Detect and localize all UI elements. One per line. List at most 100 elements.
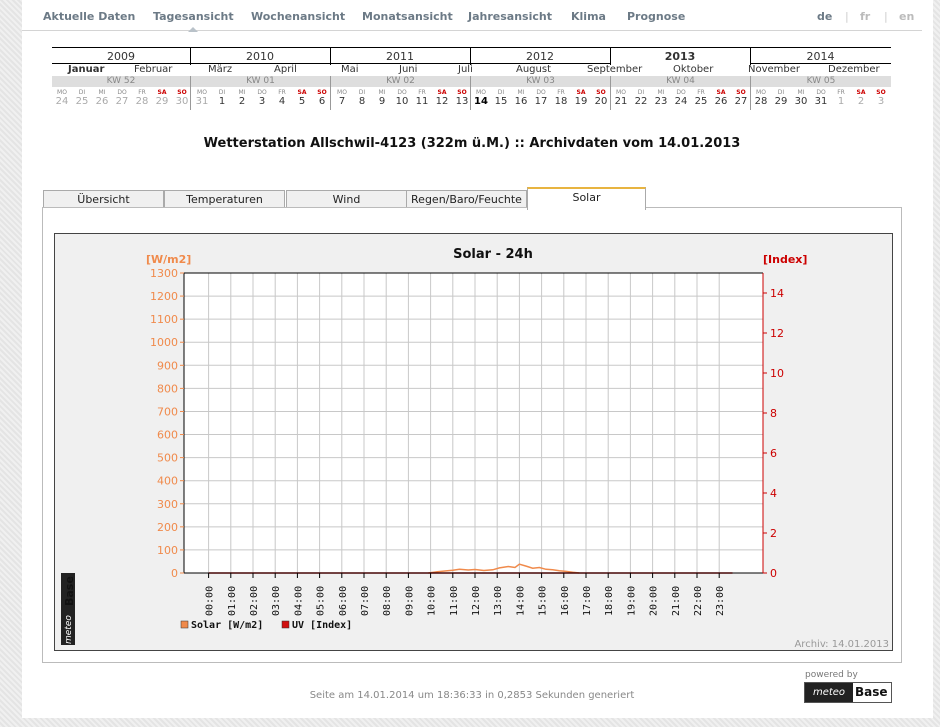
calendar-day[interactable]: 31	[192, 96, 212, 107]
lang-en[interactable]: en	[899, 10, 914, 23]
month-november[interactable]: November	[748, 64, 800, 75]
month-februar[interactable]: Februar	[134, 64, 172, 75]
calendar-day[interactable]: 1	[212, 96, 232, 107]
calendar-day[interactable]: 28	[132, 96, 152, 107]
calendar-day[interactable]: 8	[352, 96, 372, 107]
month-januar[interactable]: Januar	[68, 64, 104, 75]
tab-regen-baro-feuchte[interactable]: Regen/Baro/Feuchte	[406, 190, 527, 208]
day-name-sa: SA	[437, 89, 447, 96]
week-kw03[interactable]: KW 03	[471, 76, 610, 87]
nav-wochenansicht[interactable]: Wochenansicht	[251, 10, 345, 23]
calendar-day[interactable]: 25	[691, 96, 711, 107]
calendar-day[interactable]: 6	[312, 96, 332, 107]
year-2013[interactable]: 2013	[610, 50, 750, 63]
calendar-day[interactable]: 13	[452, 96, 472, 107]
year-2010[interactable]: 2010	[190, 50, 330, 63]
day-name-sa: SA	[716, 89, 726, 96]
lang-fr[interactable]: fr	[860, 10, 870, 23]
nav-klima[interactable]: Klima	[571, 10, 606, 23]
calendar-day[interactable]: 3	[871, 96, 891, 107]
x-tick-label: 20:00	[649, 586, 660, 616]
calendar-day[interactable]: 23	[651, 96, 671, 107]
calendar-top-rule	[52, 47, 891, 48]
calendar-day[interactable]: 11	[412, 96, 432, 107]
calendar-day[interactable]: 26	[92, 96, 112, 107]
day-name-fr: FR	[138, 89, 146, 96]
calendar-day[interactable]: 20	[591, 96, 611, 107]
calendar-day[interactable]: 15	[491, 96, 511, 107]
tab-wind[interactable]: Wind	[286, 190, 407, 208]
week-kw05[interactable]: KW 05	[751, 76, 891, 87]
calendar-day[interactable]: 29	[771, 96, 791, 107]
calendar-day[interactable]: 26	[711, 96, 731, 107]
legend-label-uv: UV [Index]	[292, 620, 352, 631]
tab-solar[interactable]: Solar	[527, 187, 646, 210]
nav-tagesansicht[interactable]: Tagesansicht	[153, 10, 234, 32]
week-kw01[interactable]: KW 01	[191, 76, 330, 87]
day-name-sa: SA	[157, 89, 167, 96]
calendar-day[interactable]: 2	[232, 96, 252, 107]
year-2009[interactable]: 2009	[52, 50, 190, 63]
x-tick-label: 15:00	[538, 586, 549, 616]
calendar-day[interactable]: 24	[52, 96, 72, 107]
calendar-day[interactable]: 27	[112, 96, 132, 107]
week-kw02[interactable]: KW 02	[331, 76, 470, 87]
month-maerz[interactable]: März	[208, 64, 232, 75]
nav-aktuelle-daten[interactable]: Aktuelle Daten	[43, 10, 135, 23]
day-name-sa: SA	[856, 89, 866, 96]
week-kw52[interactable]: KW 52	[52, 76, 190, 87]
y-left-tick-label: 100	[157, 544, 178, 557]
year-2014[interactable]: 2014	[750, 50, 891, 63]
month-september[interactable]: September	[587, 64, 642, 75]
calendar-day[interactable]: 25	[72, 96, 92, 107]
tab-uebersicht[interactable]: Übersicht	[43, 190, 164, 208]
y-right-tick-label: 0	[770, 567, 777, 580]
calendar-day[interactable]: 21	[611, 96, 631, 107]
year-2012[interactable]: 2012	[470, 50, 610, 63]
calendar-day[interactable]: 2	[851, 96, 871, 107]
day-name-so: SO	[876, 89, 886, 96]
month-juli[interactable]: Juli	[458, 64, 473, 75]
lang-de[interactable]: de	[817, 10, 832, 23]
calendar-day[interactable]: 30	[791, 96, 811, 107]
calendar-day[interactable]: 10	[392, 96, 412, 107]
calendar-day[interactable]: 24	[671, 96, 691, 107]
calendar-day[interactable]: 16	[511, 96, 531, 107]
month-juni[interactable]: Juni	[399, 64, 417, 75]
calendar-day[interactable]: 3	[252, 96, 272, 107]
calendar-day[interactable]: 4	[272, 96, 292, 107]
day-name-fr: FR	[278, 89, 286, 96]
solar-chart: 0 100 200 300 400 500 600 700 800 900 1000 1100 1200…	[54, 233, 893, 651]
calendar-day[interactable]: 7	[332, 96, 352, 107]
month-august[interactable]: August	[516, 64, 551, 75]
month-oktober[interactable]: Oktober	[673, 64, 713, 75]
calendar-day[interactable]: 28	[751, 96, 771, 107]
calendar-day[interactable]: 12	[432, 96, 452, 107]
x-tick-label: 18:00	[604, 586, 615, 616]
month-dezember[interactable]: Dezember	[828, 64, 880, 75]
nav-monatsansicht[interactable]: Monatsansicht	[362, 10, 453, 23]
x-tick-label: 21:00	[671, 586, 682, 616]
calendar-day[interactable]: 9	[372, 96, 392, 107]
calendar-day[interactable]: 14	[471, 96, 491, 107]
calendar-day[interactable]: 19	[571, 96, 591, 107]
calendar-day[interactable]: 5	[292, 96, 312, 107]
top-nav: Aktuelle Daten Tagesansicht Wochenansich…	[22, 0, 922, 32]
nav-jahresansicht[interactable]: Jahresansicht	[468, 10, 552, 23]
year-2011[interactable]: 2011	[330, 50, 470, 63]
calendar-day[interactable]: 29	[152, 96, 172, 107]
month-mai[interactable]: Mai	[341, 64, 359, 75]
calendar-day[interactable]: 27	[731, 96, 751, 107]
tab-temperaturen[interactable]: Temperaturen	[164, 190, 285, 208]
calendar-day[interactable]: 17	[531, 96, 551, 107]
nav-prognose[interactable]: Prognose	[627, 10, 685, 23]
week-kw04[interactable]: KW 04	[611, 76, 750, 87]
y-left-tick-label: 1200	[150, 290, 178, 303]
y-left-tick-label: 300	[157, 498, 178, 511]
calendar-day[interactable]: 22	[631, 96, 651, 107]
month-april[interactable]: April	[274, 64, 297, 75]
calendar-day[interactable]: 1	[831, 96, 851, 107]
calendar-day[interactable]: 31	[811, 96, 831, 107]
calendar-day[interactable]: 18	[551, 96, 571, 107]
calendar-day[interactable]: 30	[172, 96, 192, 107]
